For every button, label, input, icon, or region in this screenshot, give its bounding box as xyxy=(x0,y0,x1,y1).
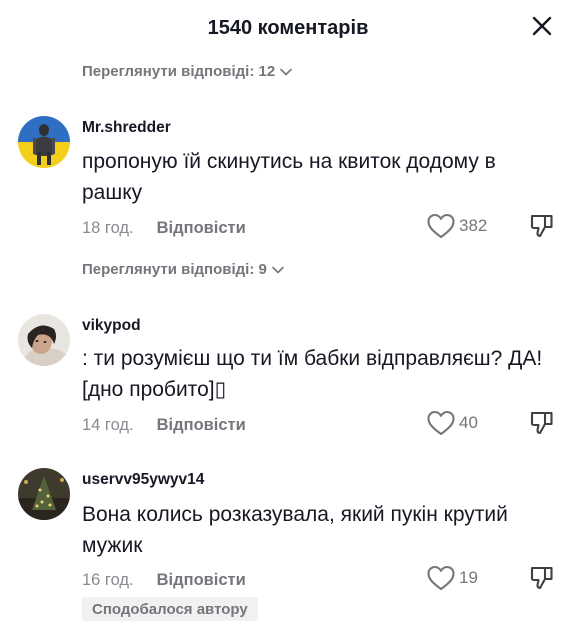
reply-button[interactable]: Відповісти xyxy=(157,416,246,435)
liked-by-creator-badge: Сподобалося автору xyxy=(82,597,258,621)
heart-icon xyxy=(427,410,455,436)
comment-timestamp: 18 год. xyxy=(82,218,134,237)
like-button[interactable]: 19 xyxy=(426,564,478,592)
close-icon xyxy=(532,16,552,36)
reply-button[interactable]: Відповісти xyxy=(157,571,246,590)
comment-username[interactable]: Mr.shredder xyxy=(82,119,171,137)
comments-count-title: 1540 коментарів xyxy=(207,17,369,39)
dislike-button[interactable] xyxy=(527,563,557,593)
comment-username[interactable]: uservv95ywyv14 xyxy=(82,471,204,489)
view-replies-button[interactable]: Переглянути відповіді: 12 xyxy=(82,63,292,80)
reply-button[interactable]: Відповісти xyxy=(157,219,246,238)
avatar[interactable] xyxy=(18,314,70,366)
chevron-down-icon xyxy=(272,266,284,274)
comment-text: Вона колись розказувала, який пукін крут… xyxy=(82,503,508,557)
like-count: 382 xyxy=(459,216,488,235)
comment-text: пропоную їй скинутись на квиток додому в… xyxy=(82,150,496,204)
avatar[interactable] xyxy=(18,116,70,168)
dislike-button[interactable] xyxy=(527,211,557,241)
heart-icon xyxy=(427,213,455,239)
like-button[interactable]: 382 xyxy=(426,212,487,240)
close-button[interactable] xyxy=(526,10,558,42)
comment-username[interactable]: vikypod xyxy=(82,317,141,335)
comment-timestamp: 14 год. xyxy=(82,415,134,434)
view-replies-label: Переглянути відповіді: 12 xyxy=(82,63,276,80)
chevron-down-icon xyxy=(280,68,292,76)
thumbs-down-icon xyxy=(530,214,553,238)
comment-meta: 14 год. Відповісти xyxy=(82,413,246,437)
heart-icon xyxy=(427,565,455,591)
thumbs-down-icon xyxy=(530,566,553,590)
like-count: 19 xyxy=(459,568,478,587)
avatar[interactable] xyxy=(18,468,70,520)
view-replies-button[interactable]: Переглянути відповіді: 9 xyxy=(82,261,284,278)
like-count: 40 xyxy=(459,413,478,432)
dislike-button[interactable] xyxy=(527,408,557,438)
comment-meta: 16 год. Відповісти xyxy=(82,568,246,592)
like-button[interactable]: 40 xyxy=(426,409,478,437)
comments-header: 1540 коментарів xyxy=(0,0,576,56)
view-replies-label: Переглянути відповіді: 9 xyxy=(82,261,267,278)
comment-meta: 18 год. Відповісти xyxy=(82,216,246,240)
comment-text: : ти розумієш що ти їм бабки відправляєш… xyxy=(82,347,543,401)
comment-timestamp: 16 год. xyxy=(82,570,134,589)
thumbs-down-icon xyxy=(530,411,553,435)
